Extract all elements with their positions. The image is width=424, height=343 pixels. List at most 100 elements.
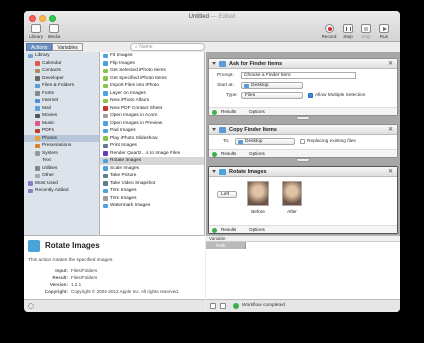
replacing-label: Replacing existing files [307, 139, 356, 144]
library-item-label: Utilities [42, 165, 58, 171]
action-title: Rotate Images [229, 169, 267, 175]
library-item-icon [35, 83, 40, 88]
library-item-label: Fonts [42, 90, 54, 96]
library-item[interactable]: Photos [24, 134, 99, 142]
library-item-icon [35, 76, 40, 81]
actions-list[interactable]: Fit Images Flip Images Get Selected iPhoto… [100, 52, 205, 235]
library-item[interactable]: Internet [24, 97, 99, 105]
library-item[interactable]: Other [24, 172, 99, 180]
library-item[interactable]: Calendar [24, 60, 99, 68]
tab-actions[interactable]: Actions [26, 43, 53, 51]
allow-multiple-checkbox[interactable] [308, 93, 313, 98]
library-item-icon [35, 136, 40, 141]
library-item[interactable]: Library [24, 52, 99, 60]
prompt-field[interactable]: Choose a Finder Item: [241, 72, 356, 79]
search-input[interactable]: ⌕ Name [130, 43, 205, 51]
action-ask-for-finder-items[interactable]: Ask for Finder Items ✕ Prompt: Choose a F… [208, 58, 398, 116]
action-header[interactable]: Ask for Finder Items ✕ [209, 59, 397, 69]
start-at-popup[interactable]: Desktop [241, 82, 303, 89]
folder-icon [244, 84, 249, 88]
action-item[interactable]: Fit Images [100, 52, 204, 60]
library-bottom-bar [24, 299, 205, 312]
replacing-checkbox[interactable] [300, 139, 305, 144]
log-icon[interactable] [210, 303, 216, 309]
run-button[interactable]: Run [376, 24, 392, 39]
action-header[interactable]: Copy Finder Items ✕ [209, 125, 397, 135]
results-button[interactable]: Results [221, 226, 236, 234]
media-button[interactable]: Media [46, 24, 62, 39]
library-item[interactable]: Presentations [24, 142, 99, 150]
disclosure-triangle-icon[interactable] [212, 62, 216, 65]
options-button[interactable]: Options [249, 150, 265, 158]
library-item[interactable]: Files & Folders [24, 82, 99, 90]
action-item[interactable]: New iPhoto Album [100, 97, 204, 105]
action-item[interactable]: Pad Images [100, 127, 204, 135]
library-item[interactable]: PDFs [24, 127, 99, 135]
action-item[interactable]: New PDF Contact Sheet [100, 105, 204, 113]
action-item[interactable]: Flip Images [100, 60, 204, 68]
action-item[interactable]: Rotate Images [100, 157, 204, 165]
close-icon[interactable]: ✕ [388, 167, 393, 177]
results-button[interactable]: Results [221, 108, 236, 116]
action-item[interactable]: Scale Images [100, 165, 204, 173]
options-button[interactable]: Options [249, 226, 265, 234]
library-item[interactable]: Contacts [24, 67, 99, 75]
action-header[interactable]: Rotate Images ✕ [209, 167, 397, 177]
record-button[interactable]: Record [320, 24, 338, 39]
library-item[interactable]: System [24, 150, 99, 158]
library-button[interactable]: Library [27, 24, 45, 39]
action-item[interactable]: Print Images [100, 142, 204, 150]
record-icon [324, 24, 334, 33]
type-popup[interactable]: Files [241, 92, 303, 99]
stop-button[interactable]: Stop [358, 24, 374, 39]
action-item-label: Flip Images [110, 60, 135, 66]
library-item[interactable]: Recently Added [24, 187, 99, 195]
library-item-icon [35, 61, 40, 66]
action-item[interactable]: Trim Images [100, 195, 204, 203]
close-icon[interactable]: ✕ [388, 59, 393, 69]
library-item[interactable]: Most Used [24, 180, 99, 188]
close-icon[interactable]: ✕ [388, 125, 393, 135]
direction-popup[interactable]: Left [217, 191, 237, 198]
to-popup[interactable]: Desktop [235, 138, 295, 145]
library-item[interactable]: Movies [24, 112, 99, 120]
before-image [247, 181, 269, 206]
action-item[interactable]: Open Images in Preview [100, 120, 204, 128]
step-button[interactable]: Step [340, 24, 356, 39]
status-ok-icon [212, 151, 217, 157]
action-item[interactable]: Open Images in Acorn [100, 112, 204, 120]
window-title: Untitled — Edited [24, 14, 400, 20]
action-copy-finder-items[interactable]: Copy Finder Items ✕ To: Desktop Replacing… [208, 124, 398, 158]
library-item[interactable]: Developer [24, 75, 99, 83]
to-value: Desktop [245, 139, 263, 144]
action-item[interactable]: Layer on Images [100, 90, 204, 98]
library-item[interactable]: Music [24, 120, 99, 128]
library-item[interactable]: Text [24, 157, 99, 165]
library-list[interactable]: Library Calendar Contacts Developer Files & … [24, 52, 100, 235]
tab-variables[interactable]: Variables [52, 43, 83, 51]
action-item[interactable]: Trim Images [100, 187, 204, 195]
action-item[interactable]: Import Files into iPhoto [100, 82, 204, 90]
version-key: Version: [49, 282, 68, 287]
action-item[interactable]: Take Picture [100, 172, 204, 180]
variable-path-column[interactable]: Path [206, 242, 246, 249]
results-button[interactable]: Results [221, 150, 236, 158]
action-item[interactable]: Play iPhoto Slideshow [100, 135, 204, 143]
action-item[interactable]: Render Quartz…s to Image Files [100, 150, 204, 158]
action-item[interactable]: Get Specified iPhoto Items [100, 75, 204, 83]
library-item[interactable]: Fonts [24, 90, 99, 98]
options-button[interactable]: Options [249, 108, 265, 116]
disclosure-triangle-icon[interactable] [212, 170, 216, 173]
gear-icon[interactable] [28, 303, 34, 309]
run-icon [379, 24, 389, 33]
library-item[interactable]: Mail [24, 105, 99, 113]
variables-icon[interactable] [220, 303, 226, 309]
action-rotate-images[interactable]: Rotate Images ✕ Left Before After Results… [208, 166, 398, 234]
action-item[interactable]: Take Video Snapshot [100, 180, 204, 188]
automator-window: Untitled — Edited Library Media Record S… [24, 11, 400, 312]
action-item[interactable]: Get Selected iPhoto Items [100, 67, 204, 75]
library-item[interactable]: Utilities [24, 165, 99, 173]
workflow-area[interactable]: Ask for Finder Items ✕ Prompt: Choose a F… [206, 52, 400, 235]
disclosure-triangle-icon[interactable] [212, 128, 216, 131]
action-item[interactable]: Watermark Images [100, 202, 204, 210]
